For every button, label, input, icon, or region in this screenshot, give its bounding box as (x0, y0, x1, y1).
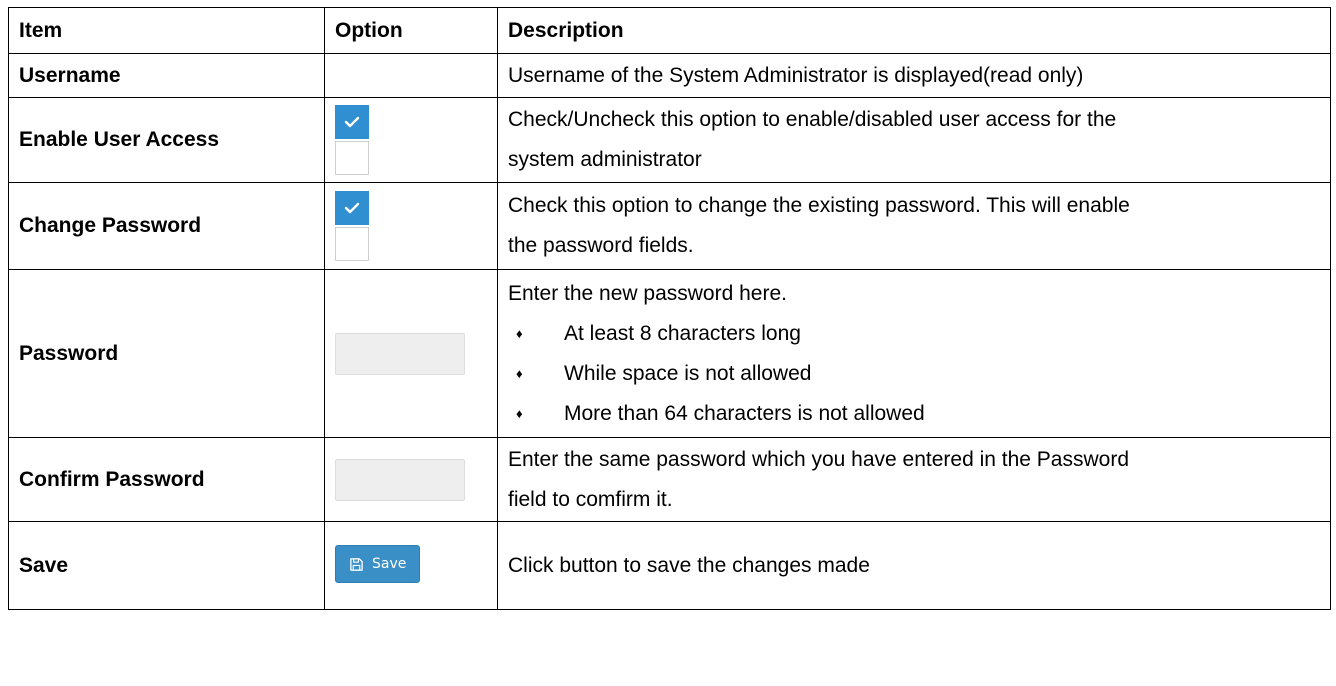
checkmark-icon (344, 202, 360, 214)
option-save: Save (324, 521, 498, 610)
password-rules-list: ♦ At least 8 characters long ♦ While spa… (508, 314, 1320, 434)
description-line: the password fields. (508, 234, 694, 257)
description-line: Enter the new password here. (508, 281, 787, 305)
settings-description-table: Item Option Description Username Usernam… (8, 7, 1331, 610)
description-line: Check this option to change the existing… (508, 194, 1130, 217)
description-password: Enter the new password here. ♦ At least … (497, 269, 1331, 438)
bullet-text: While space is not allowed (564, 361, 812, 385)
list-item: ♦ At least 8 characters long (508, 314, 1320, 354)
floppy-disk-icon (350, 557, 363, 571)
description-line: Check/Uncheck this option to enable/disa… (508, 108, 1117, 131)
enable-user-access-checkbox-unchecked[interactable] (335, 141, 369, 175)
description-line: system administrator (508, 148, 702, 171)
option-username-empty (324, 53, 498, 98)
description-line: Enter the same password which you have e… (508, 447, 1130, 471)
save-button[interactable]: Save (335, 545, 421, 583)
description-enable-user-access: Check/Uncheck this option to enable/disa… (497, 97, 1331, 183)
item-save: Save (8, 521, 325, 610)
item-enable-user-access: Enable User Access (8, 97, 325, 183)
bullet-diamond-icon: ♦ (516, 325, 523, 341)
bullet-diamond-icon: ♦ (516, 365, 523, 381)
table-row-confirm-password: Confirm Password Enter the same password… (8, 437, 1331, 522)
table-row-save: Save Save Click button to save the chang… (8, 521, 1331, 610)
checkbox-group (335, 191, 487, 261)
table-row-change-password: Change Password Check this option to cha… (8, 182, 1331, 270)
item-username: Username (8, 53, 325, 98)
bullet-text: More than 64 characters is not allowed (564, 401, 925, 425)
change-password-checkbox-unchecked[interactable] (335, 227, 369, 261)
change-password-checkbox-checked[interactable] (335, 191, 369, 225)
checkbox-group (335, 105, 487, 175)
option-confirm-password (324, 437, 498, 522)
checkmark-icon (344, 116, 360, 128)
list-item: ♦ More than 64 characters is not allowed (508, 394, 1320, 434)
header-description: Description (497, 7, 1331, 54)
header-option: Option (324, 7, 498, 54)
save-button-label: Save (372, 556, 407, 572)
table-row-password: Password Enter the new password here. ♦ … (8, 269, 1331, 438)
item-confirm-password: Confirm Password (8, 437, 325, 522)
bullet-diamond-icon: ♦ (516, 405, 523, 421)
enable-user-access-checkbox-checked[interactable] (335, 105, 369, 139)
table-row-username: Username Username of the System Administ… (8, 53, 1331, 98)
password-input[interactable] (335, 332, 465, 375)
description-confirm-password: Enter the same password which you have e… (497, 437, 1331, 522)
option-change-password (324, 182, 498, 270)
item-password: Password (8, 269, 325, 438)
header-row: Item Option Description (8, 7, 1331, 54)
confirm-password-input[interactable] (335, 458, 465, 501)
description-line: field to comfirm it. (508, 487, 673, 511)
option-password (324, 269, 498, 438)
header-item: Item (8, 7, 325, 54)
item-change-password: Change Password (8, 182, 325, 270)
table-row-enable-user-access: Enable User Access Check/Uncheck this op… (8, 97, 1331, 183)
list-item: ♦ While space is not allowed (508, 354, 1320, 394)
bullet-text: At least 8 characters long (564, 321, 801, 345)
description-change-password: Check this option to change the existing… (497, 182, 1331, 270)
option-enable-user-access (324, 97, 498, 183)
description-username: Username of the System Administrator is … (497, 53, 1331, 98)
description-save: Click button to save the changes made (497, 521, 1331, 610)
